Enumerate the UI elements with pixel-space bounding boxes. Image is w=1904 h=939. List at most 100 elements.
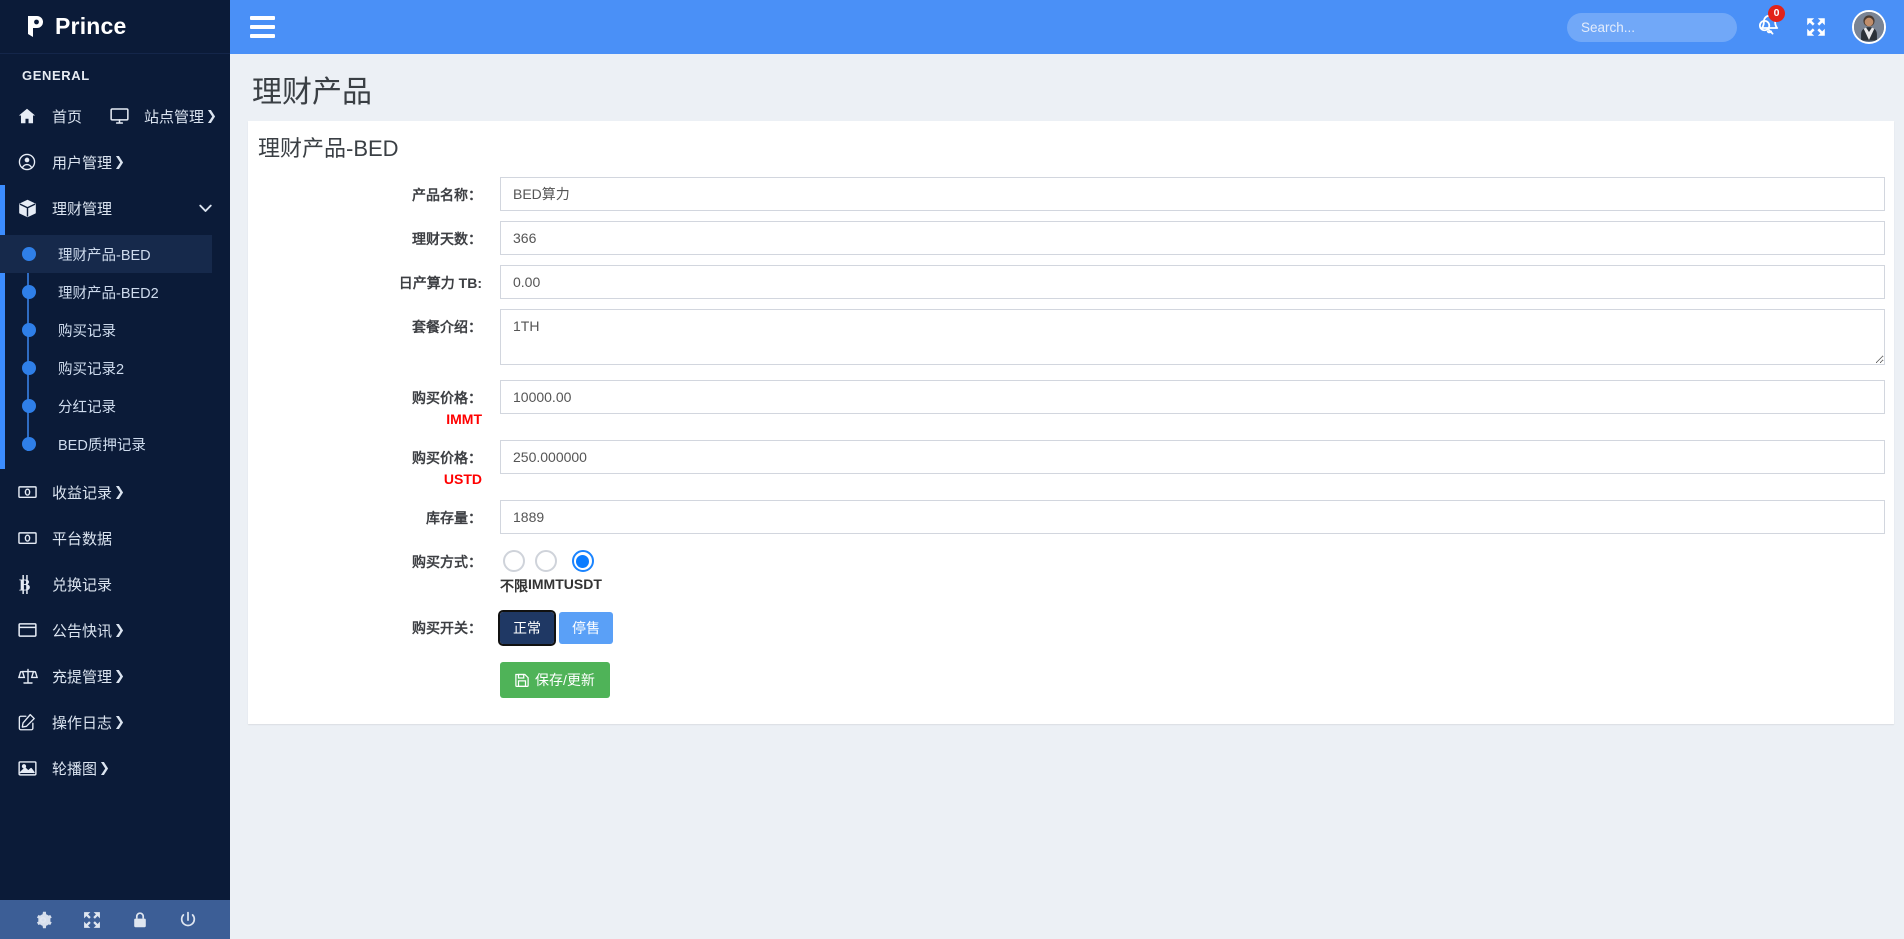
sidebar-item-operation-logs[interactable]: 操作日志 ❯: [0, 699, 230, 745]
purchase-switch-stop-button[interactable]: 停售: [559, 612, 613, 644]
form-row-investment-days: 理财天数：: [248, 221, 1894, 255]
label-price-immt-unit: IMMT: [248, 409, 482, 430]
radio-usdt[interactable]: [572, 550, 594, 572]
main-area: 0 理财产品 理财产品-BED: [230, 0, 1904, 939]
form-row-product-name: 产品名称：: [248, 177, 1894, 211]
sidebar-footer: [0, 900, 230, 939]
sidebar-item-announcements[interactable]: 公告快讯 ❯: [0, 607, 230, 653]
sidebar-item-site-management[interactable]: 站点管理 ❯: [96, 93, 230, 139]
form-row-package-description: 套餐介绍： 1TH: [248, 309, 1894, 370]
notification-badge: 0: [1768, 5, 1785, 22]
notifications-button[interactable]: 0: [1759, 14, 1780, 41]
sidebar-item-carousel[interactable]: 轮播图 ❯: [0, 745, 230, 791]
label-product-name: 产品名称：: [248, 177, 500, 206]
sidebar-subitem-purchase-records[interactable]: 购买记录: [0, 311, 230, 349]
sidebar-group-finance: 理财管理 理财产品-BED 理财产品-BED2 购买记录: [0, 185, 230, 469]
purchase-price-ustd-input[interactable]: [500, 440, 1885, 474]
form-row-price-immt: 购买价格： IMMT: [248, 380, 1894, 430]
label-price-ustd: 购买价格： USTD: [248, 440, 500, 490]
bitcoin-icon: B: [18, 575, 42, 594]
sidebar-subitem-product-bed2-label: 理财产品-BED2: [58, 282, 159, 303]
sidebar-row-primary: 首页 站点管理 ❯: [0, 93, 230, 139]
sidebar-item-exchange-records[interactable]: B 兑换记录: [0, 561, 230, 607]
top-navbar: 0: [230, 0, 1904, 54]
panel-title: 理财产品-BED: [248, 121, 1894, 177]
chevron-right-icon: ❯: [114, 668, 125, 684]
sidebar-subitem-bed-staking-records[interactable]: BED质押记录: [0, 425, 230, 463]
search-box[interactable]: [1567, 13, 1737, 42]
chevron-right-icon: ❯: [114, 622, 125, 638]
sidebar-item-income-records-label: 收益记录: [52, 482, 112, 503]
sidebar-subitem-product-bed2[interactable]: 理财产品-BED2: [0, 273, 230, 311]
sidebar-subitem-product-bed[interactable]: 理财产品-BED: [0, 235, 212, 273]
sidebar-subitem-dividend-records[interactable]: 分红记录: [0, 387, 230, 425]
sidebar-item-operation-logs-label: 操作日志: [52, 712, 112, 733]
sidebar-item-home[interactable]: 首页: [0, 93, 96, 139]
purchase-switch-normal-button[interactable]: 正常: [500, 612, 554, 644]
chevron-down-icon: [199, 201, 212, 216]
radio-unlimited-label: 不限: [500, 576, 528, 596]
sidebar-subitem-purchase-records2-label: 购买记录2: [58, 358, 124, 379]
app-root: Prince GENERAL 首页: [0, 0, 1904, 939]
chevron-right-icon: ❯: [114, 714, 125, 730]
sidebar: Prince GENERAL 首页: [0, 0, 230, 939]
sidebar-subitem-purchase-records-label: 购买记录: [58, 320, 116, 341]
fullscreen-icon[interactable]: [1806, 17, 1826, 37]
investment-days-input[interactable]: [500, 221, 1885, 255]
sidebar-subitem-dividend-records-label: 分红记录: [58, 396, 116, 417]
page-header: 理财产品: [230, 54, 1904, 121]
label-stock: 库存量：: [248, 500, 500, 529]
radio-cell-unlimited: 不限: [500, 550, 528, 596]
product-name-input[interactable]: [500, 177, 1885, 211]
search-input[interactable]: [1581, 20, 1758, 35]
avatar[interactable]: [1852, 10, 1886, 44]
gear-icon[interactable]: [34, 911, 52, 929]
sidebar-item-site-management-label: 站点管理: [144, 106, 204, 127]
sidebar-item-exchange-records-label: 兑换记录: [52, 574, 112, 595]
p-logo-icon: [24, 14, 48, 40]
radio-unlimited[interactable]: [503, 550, 525, 572]
save-button[interactable]: 保存/更新: [500, 662, 610, 698]
sidebar-subitem-product-bed-label: 理财产品-BED: [58, 244, 151, 265]
sidebar-item-finance-management-label: 理财管理: [52, 198, 112, 219]
label-purchase-method: 购买方式：: [248, 546, 500, 573]
label-daily-hashrate: 日产算力 TB:: [248, 265, 500, 294]
control-stock: [500, 500, 1894, 534]
sidebar-subitem-bed-staking-records-label: BED质押记录: [58, 434, 146, 455]
sidebar-item-deposit-withdraw[interactable]: 充提管理 ❯: [0, 653, 230, 699]
expand-arrows-icon[interactable]: [83, 911, 101, 929]
monitor-icon: [110, 107, 134, 125]
control-purchase-method: 不限 IMMT USDT: [500, 546, 1894, 596]
svg-text:B: B: [19, 575, 30, 594]
box-icon: [18, 199, 42, 218]
sidebar-section-header: GENERAL: [0, 54, 230, 93]
brand-name: Prince: [55, 13, 127, 40]
sidebar-item-carousel-label: 轮播图: [52, 758, 97, 779]
daily-hashrate-tb-input[interactable]: [500, 265, 1885, 299]
sidebar-item-income-records[interactable]: 收益记录 ❯: [0, 469, 230, 515]
control-daily-hashrate: [500, 265, 1894, 299]
brand-logo-area[interactable]: Prince: [0, 0, 230, 54]
sidebar-submenu-finance: 理财产品-BED 理财产品-BED2 购买记录 购买记录2 分红记录: [0, 231, 230, 469]
sidebar-subitem-purchase-records2[interactable]: 购买记录2: [0, 349, 230, 387]
stock-quantity-input[interactable]: [500, 500, 1885, 534]
purchase-price-immt-input[interactable]: [500, 380, 1885, 414]
sidebar-item-platform-data[interactable]: 平台数据: [0, 515, 230, 561]
lock-icon[interactable]: [132, 911, 148, 929]
sidebar-item-user-management[interactable]: 用户管理 ❯: [0, 139, 230, 185]
power-icon[interactable]: [179, 911, 197, 929]
radio-immt[interactable]: [535, 550, 557, 572]
user-circle-icon: [18, 153, 42, 171]
page-title: 理财产品: [252, 67, 1904, 111]
package-description-textarea[interactable]: 1TH: [500, 309, 1885, 365]
sidebar-item-finance-management[interactable]: 理财管理: [0, 185, 230, 231]
control-product-name: [500, 177, 1894, 211]
content-panel: 理财产品-BED 产品名称： 理财天数：: [248, 121, 1894, 724]
money-icon: [18, 531, 42, 545]
label-price-ustd-unit: USTD: [248, 469, 482, 490]
hamburger-icon[interactable]: [250, 16, 275, 38]
form-row-purchase-method: 购买方式： 不限 IMMT: [248, 546, 1894, 596]
form-row-stock: 库存量：: [248, 500, 1894, 534]
label-price-immt: 购买价格： IMMT: [248, 380, 500, 430]
control-price-immt: [500, 380, 1894, 414]
